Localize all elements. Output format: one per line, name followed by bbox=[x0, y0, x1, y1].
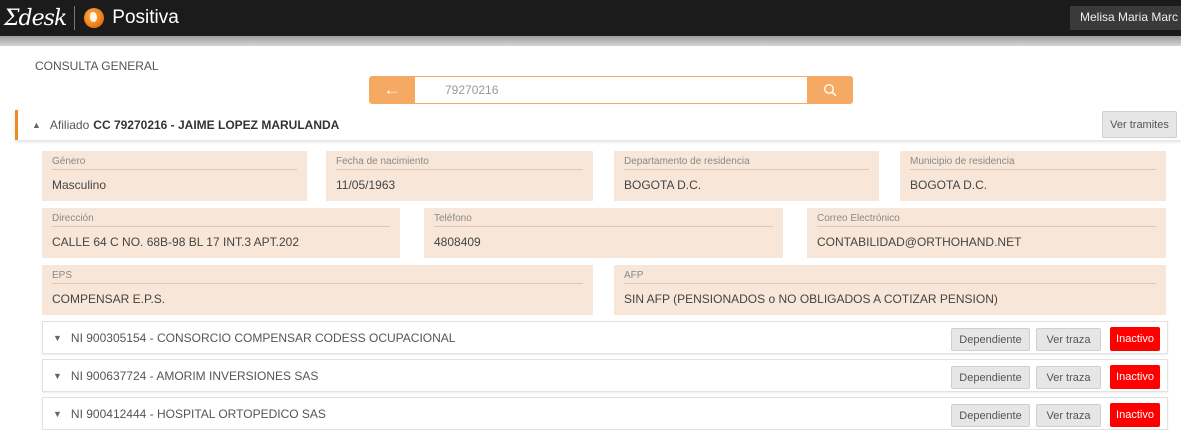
employer-row[interactable]: ▼ NI 900637724 - AMORIM INVERSIONES SAS … bbox=[42, 359, 1168, 392]
user-menu[interactable]: Melisa Maria Marc bbox=[1070, 6, 1181, 30]
inactivo-badge[interactable]: Inactivo bbox=[1110, 327, 1160, 351]
field-label: Dirección bbox=[52, 213, 390, 227]
employer-name: NI 900637724 - AMORIM INVERSIONES SAS bbox=[70, 368, 319, 383]
field-label: Correo Electrónico bbox=[817, 213, 1156, 227]
afiliado-label: Afiliado bbox=[49, 118, 90, 132]
field-label: AFP bbox=[624, 270, 1156, 284]
logo-divider bbox=[74, 6, 76, 30]
field-departamento: Departamento de residencia BOGOTA D.C. bbox=[614, 151, 879, 201]
expand-triangle-icon[interactable]: ▼ bbox=[53, 371, 62, 381]
search-bar: ← 79270216 bbox=[369, 76, 853, 104]
page-title: CONSULTA GENERAL bbox=[35, 59, 159, 73]
search-button[interactable] bbox=[807, 76, 853, 104]
search-input[interactable]: 79270216 bbox=[415, 76, 807, 104]
header-strip bbox=[0, 36, 1181, 46]
afiliado-header[interactable]: ▲ Afiliado CC 79270216 - JAIME LOPEZ MAR… bbox=[15, 110, 1181, 140]
field-value: CALLE 64 C NO. 68B-98 BL 17 INT.3 APT.20… bbox=[52, 235, 300, 249]
arrow-left-icon: ← bbox=[383, 80, 401, 99]
field-value: SIN AFP (PENSIONADOS o NO OBLIGADOS A CO… bbox=[624, 292, 998, 306]
magnifier-icon bbox=[823, 83, 837, 97]
field-value: Masculino bbox=[52, 178, 107, 192]
field-label: Departamento de residencia bbox=[624, 156, 869, 170]
ver-tramites-button[interactable]: Ver tramites bbox=[1102, 111, 1177, 138]
brand-name: Positiva bbox=[112, 7, 179, 28]
field-value: COMPENSAR E.P.S. bbox=[52, 292, 166, 306]
field-afp: AFP SIN AFP (PENSIONADOS o NO OBLIGADOS … bbox=[614, 265, 1166, 315]
afiliado-value: CC 79270216 - JAIME LOPEZ MARULANDA bbox=[93, 118, 340, 132]
field-municipio: Municipio de residencia BOGOTA D.C. bbox=[900, 151, 1166, 201]
field-label: Fecha de nacimiento bbox=[336, 156, 583, 170]
field-direccion: Dirección CALLE 64 C NO. 68B-98 BL 17 IN… bbox=[42, 208, 400, 258]
field-value: BOGOTA D.C. bbox=[910, 178, 988, 192]
employer-row[interactable]: ▼ NI 900412444 - HOSPITAL ORTOPEDICO SAS… bbox=[42, 397, 1168, 430]
back-button[interactable]: ← bbox=[369, 76, 415, 104]
positiva-logo-icon bbox=[84, 8, 105, 28]
app-logo[interactable]: Σdesk bbox=[0, 0, 67, 36]
field-value: BOGOTA D.C. bbox=[624, 178, 702, 192]
dependiente-button[interactable]: Dependiente bbox=[951, 404, 1030, 427]
inactivo-badge[interactable]: Inactivo bbox=[1110, 365, 1160, 389]
field-value: 11/05/1963 bbox=[336, 178, 396, 192]
ver-traza-button[interactable]: Ver traza bbox=[1036, 404, 1101, 427]
field-fecha-nacimiento: Fecha de nacimiento 11/05/1963 bbox=[326, 151, 593, 201]
field-label: Teléfono bbox=[434, 213, 773, 227]
ver-traza-button[interactable]: Ver traza bbox=[1036, 328, 1101, 351]
field-label: EPS bbox=[52, 270, 583, 284]
field-label: Género bbox=[52, 156, 297, 170]
employer-name: NI 900412444 - HOSPITAL ORTOPEDICO SAS bbox=[70, 406, 326, 421]
employer-name: NI 900305154 - CONSORCIO COMPENSAR CODES… bbox=[70, 330, 456, 345]
field-correo: Correo Electrónico CONTABILIDAD@ORTHOHAN… bbox=[807, 208, 1166, 258]
expand-triangle-icon[interactable]: ▼ bbox=[53, 409, 62, 419]
ver-traza-button[interactable]: Ver traza bbox=[1036, 366, 1101, 389]
employer-row[interactable]: ▼ NI 900305154 - CONSORCIO COMPENSAR COD… bbox=[42, 321, 1168, 354]
field-genero: Género Masculino bbox=[42, 151, 307, 201]
expand-triangle-icon[interactable]: ▼ bbox=[53, 333, 62, 343]
field-value: CONTABILIDAD@ORTHOHAND.NET bbox=[817, 235, 1022, 249]
field-value: 4808409 bbox=[434, 235, 481, 249]
field-label: Municipio de residencia bbox=[910, 156, 1156, 170]
top-bar: Σdesk Positiva Melisa Maria Marc bbox=[0, 0, 1181, 36]
collapse-triangle-icon[interactable]: ▲ bbox=[32, 120, 41, 130]
inactivo-badge[interactable]: Inactivo bbox=[1110, 403, 1160, 427]
field-eps: EPS COMPENSAR E.P.S. bbox=[42, 265, 593, 315]
dependiente-button[interactable]: Dependiente bbox=[951, 328, 1030, 351]
dependiente-button[interactable]: Dependiente bbox=[951, 366, 1030, 389]
field-telefono: Teléfono 4808409 bbox=[424, 208, 783, 258]
